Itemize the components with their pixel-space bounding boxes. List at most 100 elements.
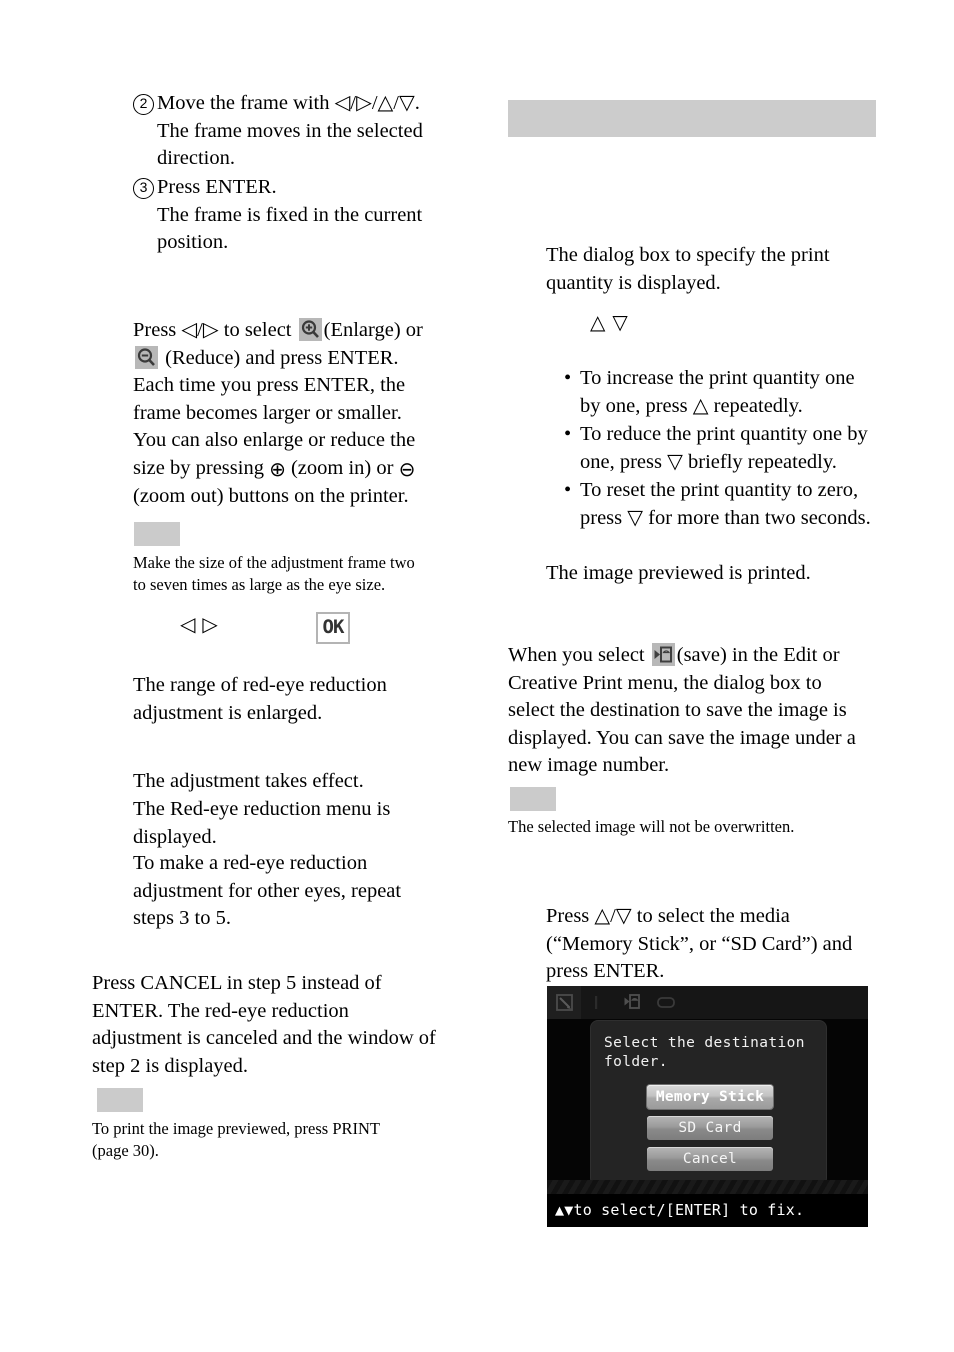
note-2-line-1: To print the image previewed, press PRIN…	[92, 1119, 380, 1138]
result-4-line-1: To make a red-eye reduction	[133, 852, 368, 874]
enlarge-line-7: (zoom out) buttons on the printer.	[133, 485, 409, 507]
note-3-line-1: The selected image will not be overwritt…	[508, 817, 795, 836]
save-line-2: Creative Print menu, the dialog box to	[508, 671, 822, 694]
print-icon[interactable]	[581, 986, 615, 1019]
step-item-2: 2 Move the frame with ◁/▷/△/▽. The frame …	[133, 90, 473, 173]
lcd-status-bar: ▲▼to select/[ENTER] to fix.	[547, 1194, 868, 1227]
edit-crop-icon[interactable]	[547, 986, 581, 1019]
reduce-icon	[135, 345, 158, 369]
zoom-in-label: (zoom in) or	[290, 456, 394, 479]
note-label-chip-1	[134, 522, 180, 546]
media-line-3: press ENTER.	[546, 960, 665, 982]
enlarge-line-3: Each time you press ENTER, the	[133, 374, 406, 396]
save-icon	[651, 643, 675, 666]
bullet-2-line-1: To reduce the print quantity one by	[580, 423, 868, 445]
enlarge-label: (Enlarge) or	[323, 319, 423, 341]
save-lead-text: When you select	[508, 644, 645, 666]
result-3-line-1: The Red-eye reduction menu is	[133, 798, 391, 820]
reduce-label: (Reduce) and press ENTER.	[165, 346, 399, 369]
save-after-icon-text: (save) in the Edit or	[676, 644, 840, 666]
result-2-line-1: The adjustment takes effect.	[133, 770, 364, 792]
step-3-title-line: 3 Press ENTER.	[133, 174, 473, 202]
save-line-3: select the destination to save the image…	[508, 699, 847, 721]
bullet-1-line-1: To increase the print quantity one	[580, 367, 855, 389]
enlarge-lead-text: Press ◁/▷ to select	[133, 319, 292, 341]
lcd-button-sd-card-label: SD Card	[678, 1120, 742, 1136]
list-item: To increase the print quantity one by on…	[562, 365, 902, 420]
result-1-line-2: adjustment is enlarged.	[133, 701, 323, 724]
dialog-line-2: quantity is displayed.	[546, 271, 721, 294]
step-3-number: 3	[133, 178, 154, 199]
list-item: To reset the print quantity to zero, pre…	[562, 477, 902, 532]
enlarge-line-1: Press ◁/▷ to select (Enlarge) or	[133, 317, 463, 345]
lcd-message-line-1: Select the destination	[604, 1035, 805, 1051]
select-media-paragraph: Press △/▽ to select the media (“Memory S…	[546, 903, 916, 986]
enlarge-line-6: size by pressing ⊕ (zoom in) or ⊖	[133, 455, 463, 484]
result-1-line-1: The range of red-eye reduction	[133, 674, 387, 696]
lcd-button-cancel-label: Cancel	[682, 1151, 738, 1167]
result-paragraph-4: To make a red-eye reduction adjustment f…	[133, 850, 473, 933]
cancel-line-4: step 2 is displayed.	[92, 1054, 249, 1077]
slideshow-icon[interactable]	[649, 986, 683, 1019]
print-quantity-bullet-list: To increase the print quantity one by on…	[562, 365, 902, 533]
list-item: To reduce the print quantity one by one,…	[562, 421, 902, 476]
enlarge-line-2: (Reduce) and press ENTER.	[133, 345, 463, 373]
save-line-1: When you select (save) in the Edit or	[508, 642, 888, 670]
document-page: 2 Move the frame with ◁/▷/△/▽. The frame …	[0, 0, 954, 1352]
lcd-dialog-message: Select the destination folder.	[604, 1034, 814, 1072]
section-header-bar	[508, 100, 876, 137]
left-right-arrow-icon: ◁ ▷	[180, 614, 219, 636]
up-down-arrow-icon: △ ▽	[590, 312, 629, 334]
zoom-out-icon: ⊖	[398, 456, 416, 481]
note-body-1: Make the size of the adjustment frame tw…	[133, 552, 473, 596]
cancel-line-2: ENTER. The red-eye reduction	[92, 999, 349, 1022]
lcd-button-memory-stick[interactable]: Memory Stick	[647, 1085, 773, 1109]
note-body-2: To print the image previewed, press PRIN…	[92, 1118, 482, 1162]
save-destination-paragraph: When you select (save) in the Edit or Cr…	[508, 642, 888, 780]
enlarge-reduce-paragraph: Press ◁/▷ to select (Enlarge) or (Reduce…	[133, 317, 463, 511]
save-line-4: displayed. You can save the image under …	[508, 726, 856, 749]
ok-button-symbol: OK	[316, 612, 350, 644]
note-label-chip-2	[97, 1088, 143, 1112]
left-column: 2 Move the frame with ◁/▷/△/▽. The frame …	[0, 0, 500, 1352]
image-printed-paragraph: The image previewed is printed.	[546, 560, 896, 588]
lcd-destination-dialog: Select the destination folder. Memory St…	[591, 1021, 826, 1185]
bullet-2-line-2: one, press ▽ briefly repeatedly.	[580, 450, 837, 473]
bullet-1-line-2: by one, press △ repeatedly.	[580, 394, 803, 417]
lcd-button-sd-card[interactable]: SD Card	[647, 1116, 773, 1140]
lcd-message-line-2: folder.	[604, 1054, 668, 1070]
lcd-button-memory-stick-label: Memory Stick	[655, 1089, 765, 1105]
zoom-in-lead-text: size by pressing	[133, 456, 264, 479]
cancel-paragraph: Press CANCEL in step 5 instead of ENTER.…	[92, 970, 482, 1080]
bullet-3-line-2: press ▽ for more than two seconds.	[580, 506, 871, 529]
dialog-line-1: The dialog box to specify the print	[546, 244, 830, 266]
step-2-title: Move the frame with ◁/▷/△/▽.	[157, 92, 420, 114]
note-1-line-1: Make the size of the adjustment frame tw…	[133, 553, 415, 572]
note-1-line-2: to seven times as large as the eye size.	[133, 575, 386, 594]
step-2-title-line: 2 Move the frame with ◁/▷/△/▽.	[133, 90, 473, 118]
enlarge-line-5: You can also enlarge or reduce the	[133, 429, 416, 451]
result-4-line-2: adjustment for other eyes, repeat	[133, 879, 402, 902]
enlarge-line-4: frame becomes larger or smaller.	[133, 401, 402, 424]
result-paragraph-3: The Red-eye reduction menu is displayed.	[133, 796, 473, 851]
note-body-3: The selected image will not be overwritt…	[508, 816, 898, 838]
result-paragraph-1: The range of red-eye reduction adjustmen…	[133, 672, 473, 727]
step-2-detail-line-2: direction.	[157, 147, 235, 169]
left-right-arrow-symbols: ◁ ▷	[180, 612, 219, 637]
lcd-hatch-stripe	[547, 1180, 868, 1194]
step-3-detail-line-1: The frame is fixed in the current	[157, 203, 423, 226]
cancel-line-1: Press CANCEL in step 5 instead of	[92, 972, 382, 994]
save-export-icon[interactable]	[615, 986, 649, 1019]
lcd-button-cancel[interactable]: Cancel	[647, 1147, 773, 1171]
lcd-toolbar	[547, 986, 868, 1019]
step-2-number: 2	[133, 94, 154, 115]
printed-line: The image previewed is printed.	[546, 562, 811, 584]
bullet-3-line-1: To reset the print quantity to zero,	[580, 479, 859, 501]
step-3-title: Press ENTER.	[157, 176, 277, 198]
save-line-5: new image number.	[508, 754, 670, 776]
media-line-1: Press △/▽ to select the media	[546, 905, 790, 927]
zoom-in-icon: ⊕	[269, 456, 286, 481]
step-2-detail-line-1: The frame moves in the selected	[157, 119, 423, 142]
cancel-line-3: adjustment is canceled and the window of	[92, 1027, 436, 1049]
result-paragraph-2: The adjustment takes effect.	[133, 768, 473, 796]
